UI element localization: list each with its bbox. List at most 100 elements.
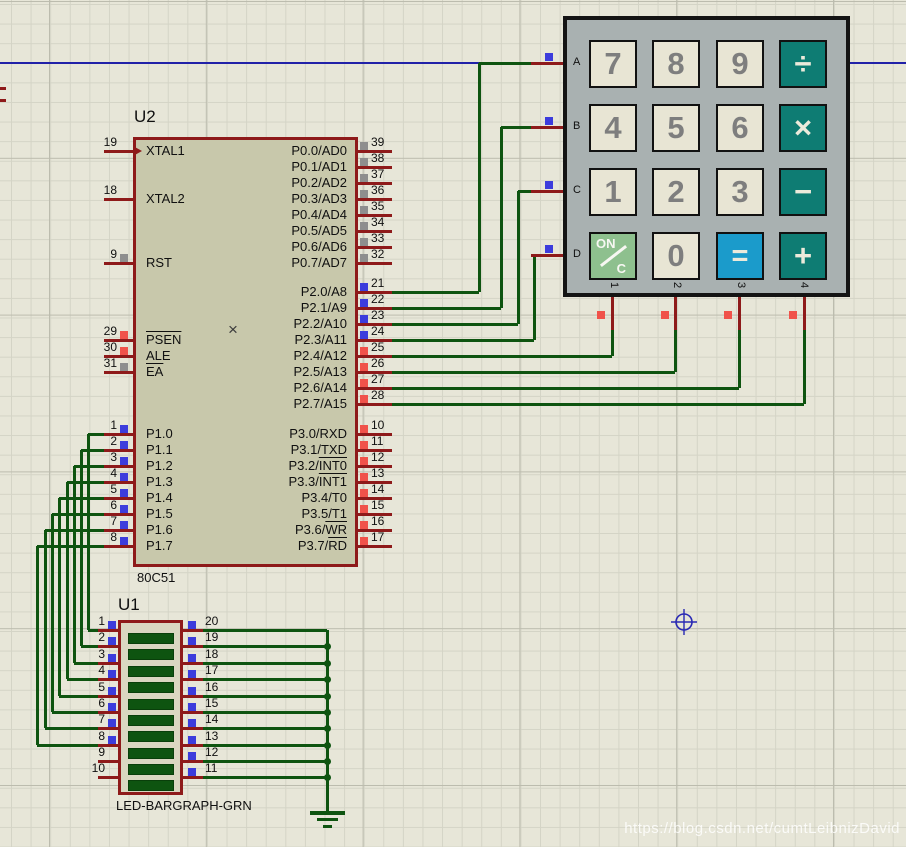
pin-state-marker	[188, 736, 196, 744]
pin-state-marker	[120, 457, 128, 465]
pin-state-marker	[360, 299, 368, 307]
pin-state-marker	[545, 245, 553, 253]
keypad-button-×[interactable]: ×	[779, 104, 827, 152]
keypad-button-5[interactable]: 5	[652, 104, 700, 152]
pin-state-marker	[188, 703, 196, 711]
pin-state-marker	[360, 489, 368, 497]
pin-state-marker	[108, 703, 116, 711]
pin-label: P3.5/T1	[301, 506, 347, 521]
pin-number: 8	[98, 729, 105, 743]
pin-state-marker	[360, 190, 368, 198]
wire-segment	[203, 645, 327, 648]
led-segment	[128, 682, 174, 693]
pin-number: 37	[371, 167, 385, 181]
keypad-button-+[interactable]: +	[779, 232, 827, 280]
led-segment	[128, 649, 174, 660]
chip-part-number: 80C51	[137, 570, 176, 585]
pin-label: P0.5/AD5	[291, 223, 347, 238]
led-segment	[128, 715, 174, 726]
pin-number: 25	[371, 340, 385, 354]
no-model-marker: ×	[228, 320, 238, 339]
keypad-button-2[interactable]: 2	[652, 168, 700, 216]
wire-segment	[203, 776, 327, 779]
pin-label: XTAL1	[146, 143, 185, 158]
pin-label: P0.2/AD2	[291, 175, 347, 190]
wire-segment	[183, 711, 203, 714]
wire-segment	[183, 645, 203, 648]
pin-label: P3.7/RD	[297, 538, 347, 553]
pin-state-marker	[120, 473, 128, 481]
pin-number: 31	[103, 356, 117, 370]
pin-number: 35	[371, 199, 385, 213]
pin-number: 3	[110, 450, 117, 464]
wire-junction	[324, 643, 331, 650]
pin-number: 6	[110, 498, 117, 512]
keypad[interactable]: ABCD 1234 7 8 9 ÷ 4 5 6 × 1 2 3− ON C 0 = +	[563, 16, 850, 297]
pin-state-marker	[360, 315, 368, 323]
pin-number: 16	[371, 514, 385, 528]
keypad-button-4[interactable]: 4	[589, 104, 637, 152]
pin-state-marker	[360, 441, 368, 449]
pin-number: 8	[110, 530, 117, 544]
pin-label: ALE	[146, 348, 171, 363]
pin-state-marker	[188, 654, 196, 662]
pin-label: P1.1	[146, 442, 173, 457]
pin-state-marker	[108, 719, 116, 727]
led-bargraph[interactable]	[118, 620, 183, 795]
pin-state-marker	[108, 637, 116, 645]
pin-label: P2.2/A10	[293, 316, 348, 331]
pin-state-marker	[120, 347, 128, 355]
watermark: https://blog.csdn.net/cumtLeibnizDavid	[624, 820, 900, 837]
keypad-button-0[interactable]: 0	[652, 232, 700, 280]
pin-state-marker	[120, 441, 128, 449]
pin-label: P1.3	[146, 474, 173, 489]
keypad-button-6[interactable]: 6	[716, 104, 764, 152]
onc-label-bottom: C	[616, 261, 626, 276]
led-segment	[128, 633, 174, 644]
keypad-button-÷[interactable]: ÷	[779, 40, 827, 88]
pin-state-marker	[360, 505, 368, 513]
pin-number: 24	[371, 324, 385, 338]
pin-state-marker	[188, 752, 196, 760]
pin-label: P1.4	[146, 490, 173, 505]
pin-state-marker	[789, 311, 797, 319]
keypad-button-9[interactable]: 9	[716, 40, 764, 88]
pin-state-marker	[360, 347, 368, 355]
origin-marker-icon	[670, 608, 698, 636]
keypad-button-−[interactable]: −	[779, 168, 827, 216]
pin-label: P2.4/A12	[293, 348, 348, 363]
pin-state-marker	[120, 425, 128, 433]
pin-state-marker	[360, 379, 368, 387]
pin-state-marker	[120, 254, 128, 262]
pin-number: 17	[205, 663, 219, 677]
keypad-button-=[interactable]: =	[716, 232, 764, 280]
wire-junction	[324, 742, 331, 749]
chip-80c51[interactable]: XTAL1 XTAL2 RST PSEN ALE EA P1.0 P1.1 P1.2 P1.3 P1…	[133, 137, 358, 567]
keypad-button-1[interactable]: 1	[589, 168, 637, 216]
pin-state-marker	[108, 687, 116, 695]
onc-label-top: ON	[596, 236, 616, 251]
pin-state-marker	[188, 637, 196, 645]
pin-label: P2.3/A11	[294, 332, 347, 347]
keypad-button-8[interactable]: 8	[652, 40, 700, 88]
wire-junction	[324, 725, 331, 732]
pin-number: 38	[371, 151, 385, 165]
pin-state-marker	[545, 53, 553, 61]
keypad-button-ON/C[interactable]: ON C	[589, 232, 637, 280]
wire-segment	[183, 776, 203, 779]
keypad-row-label: B	[573, 120, 581, 132]
pin-label: P1.7	[146, 538, 173, 553]
pin-number: 20	[205, 614, 219, 628]
pin-label: P0.7/AD7	[291, 255, 347, 270]
pin-state-marker	[188, 687, 196, 695]
keypad-button-3[interactable]: 3	[716, 168, 764, 216]
pin-state-marker	[360, 425, 368, 433]
keypad-button-7[interactable]: 7	[589, 40, 637, 88]
chip-ref: U2	[134, 107, 156, 126]
pin-state-marker	[188, 670, 196, 678]
pin-state-marker	[360, 206, 368, 214]
wire-segment	[203, 678, 327, 681]
wire-segment	[58, 498, 61, 696]
wire-segment	[674, 297, 677, 330]
pin-label: P1.0	[146, 426, 173, 441]
